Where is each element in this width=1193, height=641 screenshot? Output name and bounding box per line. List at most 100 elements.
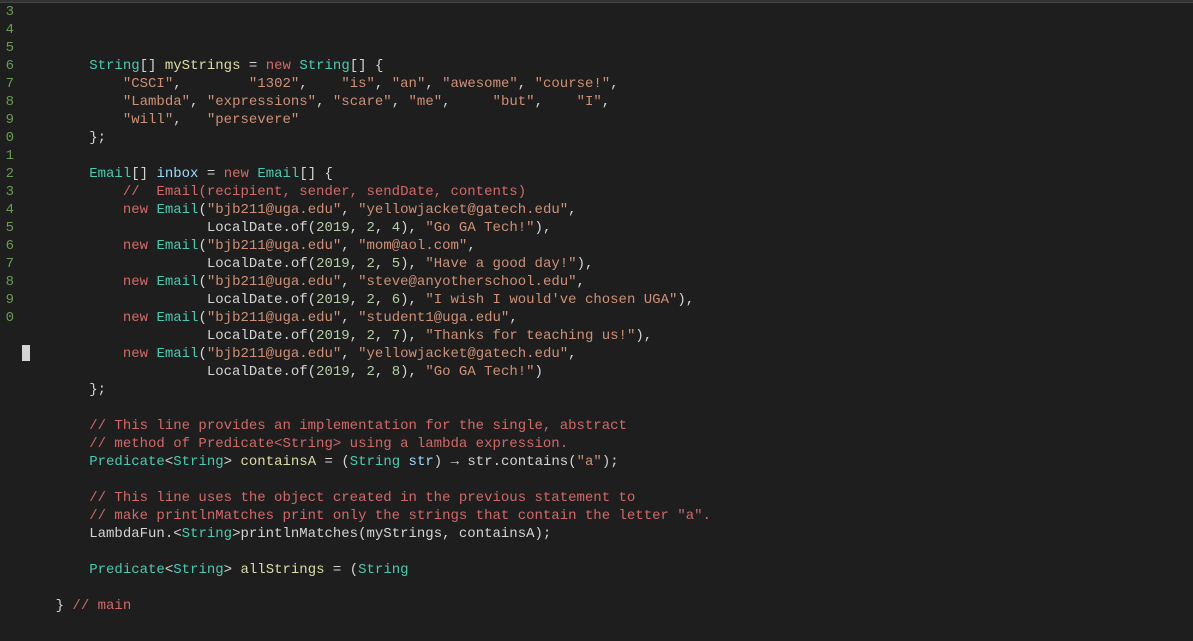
code-token: = ( [325, 562, 359, 578]
code-line[interactable]: // make printlnMatches print only the st… [22, 507, 711, 525]
code-line[interactable]: Predicate<String> containsA = (String st… [22, 453, 711, 471]
code-line[interactable] [22, 147, 711, 165]
code-token: "persevere" [207, 112, 299, 128]
code-token: , [610, 76, 618, 92]
code-token: "a" [577, 454, 602, 470]
code-token: → [451, 454, 459, 470]
code-line[interactable]: new Email("bjb211@uga.edu", "yellowjacke… [22, 201, 711, 219]
code-token: LocalDate.of( [207, 220, 316, 236]
code-token: , [375, 76, 392, 92]
code-token [22, 310, 123, 326]
code-token: "student1@uga.edu" [358, 310, 509, 326]
code-token: ), [677, 292, 694, 308]
code-line[interactable]: "CSCI", "1302", "is", "an", "awesome", "… [22, 75, 711, 93]
code-token: "I wish I would've chosen UGA" [425, 292, 677, 308]
code-line[interactable]: Email[] inbox = new Email[] { [22, 165, 711, 183]
line-number: 8 [0, 273, 14, 291]
code-token: 2019 [316, 220, 350, 236]
code-token: String [173, 562, 223, 578]
line-number: 5 [0, 39, 14, 57]
code-token: "bjb211@uga.edu" [207, 274, 341, 290]
code-line[interactable]: String[] myStrings = new String[] { [22, 57, 711, 75]
code-token: Email [257, 166, 299, 182]
code-token: myStrings [165, 58, 241, 74]
code-line[interactable]: } // main [22, 597, 711, 615]
code-line[interactable]: new Email("bjb211@uga.edu", "student1@ug… [22, 309, 711, 327]
line-number: 7 [0, 75, 14, 93]
code-token: ) [535, 364, 543, 380]
code-line[interactable]: }; [22, 381, 711, 399]
code-token: String [173, 454, 223, 470]
line-number: 3 [0, 183, 14, 201]
code-token: , [509, 310, 517, 326]
code-token [22, 292, 207, 308]
code-token: , [173, 112, 207, 128]
code-line[interactable]: "Lambda", "expressions", "scare", "me", … [22, 93, 711, 111]
code-token [22, 58, 89, 74]
code-token [22, 418, 89, 434]
code-line[interactable]: LocalDate.of(2019, 2, 7), "Thanks for te… [22, 327, 711, 345]
code-line[interactable]: // This line uses the object created in … [22, 489, 711, 507]
code-token: , [375, 256, 392, 272]
code-token: , [341, 238, 358, 254]
code-line[interactable]: // method of Predicate<String> using a l… [22, 435, 711, 453]
code-token: [] { [299, 166, 333, 182]
code-line[interactable]: new Email("bjb211@uga.edu", "mom@aol.com… [22, 237, 711, 255]
code-token: 2 [366, 220, 374, 236]
code-token: "is" [341, 76, 375, 92]
code-token: 2 [366, 364, 374, 380]
code-token: String [358, 562, 408, 578]
line-number: 3 [0, 3, 14, 21]
code-token [22, 166, 89, 182]
code-line[interactable]: // This line provides an implementation … [22, 417, 711, 435]
code-line[interactable]: LocalDate.of(2019, 2, 5), "Have a good d… [22, 255, 711, 273]
code-token [22, 130, 89, 146]
code-token [22, 274, 123, 290]
code-token: 7 [392, 328, 400, 344]
code-token: 4 [392, 220, 400, 236]
code-token: Email [156, 310, 198, 326]
code-area[interactable]: String[] myStrings = new String[] { "CSC… [18, 3, 711, 641]
code-token [22, 490, 89, 506]
code-token: str [409, 454, 434, 470]
code-token: ), [535, 220, 552, 236]
code-token: new [123, 202, 148, 218]
code-line[interactable]: LocalDate.of(2019, 2, 8), "Go GA Tech!") [22, 363, 711, 381]
code-token: inbox [156, 166, 198, 182]
code-token: , [375, 328, 392, 344]
code-line[interactable]: Predicate<String> allStrings = (String [22, 561, 711, 579]
code-line[interactable]: "will", "persevere" [22, 111, 711, 129]
code-token: "course!" [535, 76, 611, 92]
code-token: ); [602, 454, 619, 470]
code-token: ( [198, 202, 206, 218]
code-line[interactable]: new Email("bjb211@uga.edu", "yellowjacke… [22, 345, 711, 363]
code-editor[interactable]: 345678901234567890 String[] myStrings = … [0, 3, 1193, 641]
code-line[interactable]: // Email(recipient, sender, sendDate, co… [22, 183, 711, 201]
code-token: , [350, 292, 367, 308]
code-line[interactable] [22, 399, 711, 417]
code-token: 2019 [316, 256, 350, 272]
code-token: , [299, 76, 341, 92]
code-token: [] { [350, 58, 384, 74]
code-line[interactable] [22, 471, 711, 489]
code-token [22, 526, 89, 542]
code-token [22, 328, 207, 344]
line-number: 6 [0, 237, 14, 255]
code-token: ( [198, 310, 206, 326]
code-line[interactable]: LocalDate.of(2019, 2, 6), "I wish I woul… [22, 291, 711, 309]
code-token: "awesome" [442, 76, 518, 92]
code-token: , [568, 346, 576, 362]
code-token: , [518, 76, 535, 92]
code-line[interactable] [22, 579, 711, 597]
code-line[interactable]: LambdaFun.<String>printlnMatches(myStrin… [22, 525, 711, 543]
code-token: , [173, 76, 249, 92]
code-line[interactable]: LocalDate.of(2019, 2, 4), "Go GA Tech!")… [22, 219, 711, 237]
code-line[interactable] [22, 543, 711, 561]
line-number: 1 [0, 147, 14, 165]
code-token: ) [434, 454, 451, 470]
code-line[interactable]: }; [22, 129, 711, 147]
code-line[interactable]: new Email("bjb211@uga.edu", "steve@anyot… [22, 273, 711, 291]
code-token: = [240, 58, 265, 74]
code-token: allStrings [240, 562, 324, 578]
code-token: Email [89, 166, 131, 182]
